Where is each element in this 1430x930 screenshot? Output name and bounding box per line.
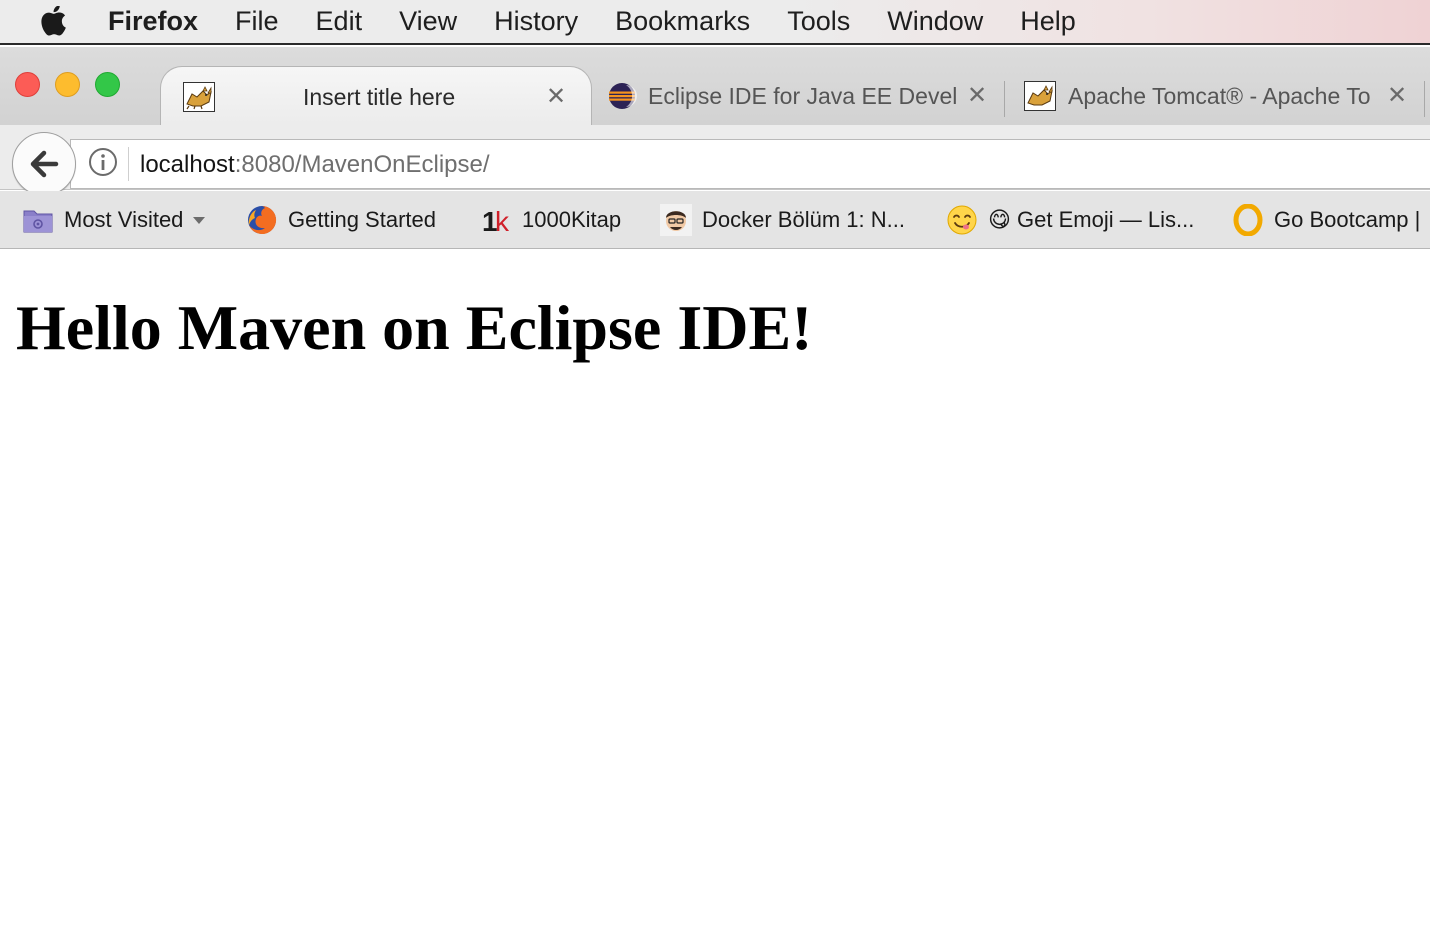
window-maximize-button[interactable] bbox=[95, 72, 120, 97]
tab-separator bbox=[1424, 81, 1425, 117]
apple-icon[interactable] bbox=[40, 5, 68, 38]
bookmark-label: 1000Kitap bbox=[522, 207, 622, 232]
page-title: Hello Maven on Eclipse IDE! bbox=[16, 292, 813, 363]
menu-tools[interactable]: Tools bbox=[787, 0, 850, 44]
menu-window[interactable]: Window bbox=[887, 0, 983, 44]
folder-icon bbox=[22, 204, 54, 236]
window-close-button[interactable] bbox=[15, 72, 40, 97]
back-button[interactable] bbox=[12, 132, 76, 196]
page-content: Hello Maven on Eclipse IDE! bbox=[0, 250, 1430, 930]
bookmark-label: 😋 Get Emoji — Lis... bbox=[988, 207, 1195, 232]
bookmark-1000kitap[interactable]: 1 k 1000Kitap bbox=[480, 191, 621, 249]
bookmarks-toolbar: Most Visited Getting Started 1 k 1000Kit… bbox=[0, 191, 1430, 249]
tab-title: Apache Tomcat® - Apache To bbox=[1068, 83, 1371, 109]
bookmark-get-emoji[interactable]: 😋 Get Emoji — Lis... bbox=[946, 191, 1194, 249]
url-path: :8080/MavenOnEclipse/ bbox=[234, 151, 490, 178]
menu-edit[interactable]: Edit bbox=[316, 0, 363, 44]
tab-eclipse[interactable]: Eclipse IDE for Java EE Devel ✕ bbox=[600, 66, 1000, 125]
tab-title: Insert title here bbox=[303, 84, 456, 110]
menu-help[interactable]: Help bbox=[1020, 0, 1076, 44]
close-tab-icon[interactable]: ✕ bbox=[1386, 80, 1408, 112]
menu-bar: Firefox File Edit View History Bookmarks… bbox=[0, 0, 1430, 45]
tomcat-icon bbox=[183, 82, 215, 112]
tab-strip: Insert title here ✕ Eclipse IDE for Java… bbox=[0, 47, 1430, 125]
url-text[interactable]: localhost:8080/MavenOnEclipse/ bbox=[140, 148, 490, 182]
window-minimize-button[interactable] bbox=[55, 72, 80, 97]
close-tab-icon[interactable]: ✕ bbox=[966, 80, 988, 112]
emoji-icon bbox=[946, 204, 978, 236]
bookmark-docker[interactable]: Docker Bölüm 1: N... bbox=[660, 191, 905, 249]
menu-view[interactable]: View bbox=[399, 0, 457, 44]
chevron-down-icon bbox=[193, 216, 206, 224]
bookmark-label: Go Bootcamp | bbox=[1274, 207, 1421, 232]
url-divider bbox=[128, 147, 129, 181]
tab-separator bbox=[1004, 81, 1005, 117]
bookmark-label: Most Visited bbox=[64, 207, 184, 232]
menu-file[interactable]: File bbox=[235, 0, 279, 44]
bookmark-go-bootcamp[interactable]: Go Bootcamp | bbox=[1232, 191, 1420, 249]
url-host: localhost bbox=[140, 151, 235, 178]
bookmark-label: Getting Started bbox=[288, 207, 436, 232]
tab-insert-title-here[interactable]: Insert title here ✕ bbox=[160, 66, 592, 125]
tab-apache-tomcat[interactable]: Apache Tomcat® - Apache To ✕ bbox=[1020, 66, 1420, 125]
menu-bookmarks[interactable]: Bookmarks bbox=[615, 0, 750, 44]
eclipse-icon bbox=[606, 81, 638, 111]
tab-title: Eclipse IDE for Java EE Devel bbox=[648, 83, 956, 109]
avatar-icon bbox=[660, 204, 692, 236]
close-tab-icon[interactable]: ✕ bbox=[545, 81, 567, 113]
bookmark-getting-started[interactable]: Getting Started bbox=[246, 191, 436, 249]
navigation-bar: localhost:8080/MavenOnEclipse/ bbox=[0, 125, 1430, 196]
opera-icon bbox=[1232, 204, 1264, 236]
svg-text:k: k bbox=[495, 206, 510, 236]
1k-icon: 1 k bbox=[480, 204, 512, 236]
menu-app-firefox[interactable]: Firefox bbox=[108, 0, 198, 44]
menu-history[interactable]: History bbox=[494, 0, 578, 44]
site-info-icon[interactable] bbox=[88, 147, 118, 177]
bookmark-most-visited[interactable]: Most Visited bbox=[22, 191, 206, 249]
firefox-icon bbox=[246, 204, 278, 236]
back-arrow-icon bbox=[30, 150, 59, 178]
tomcat-icon bbox=[1024, 81, 1056, 111]
bookmark-label: Docker Bölüm 1: N... bbox=[702, 207, 905, 232]
